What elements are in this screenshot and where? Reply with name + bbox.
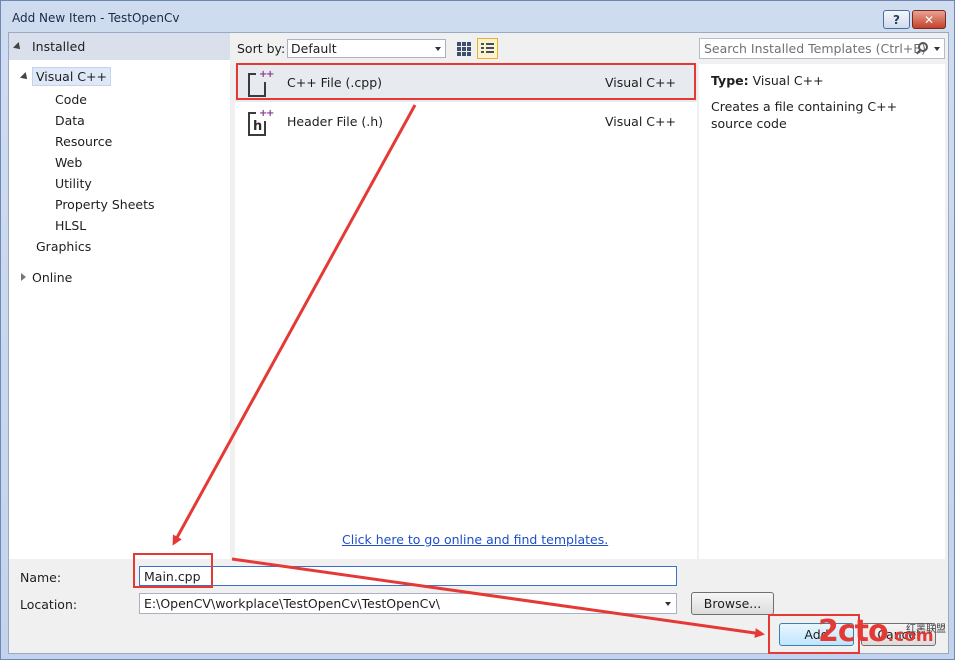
expand-arrow-icon[interactable] xyxy=(13,42,23,52)
collapse-arrow-icon[interactable] xyxy=(21,273,26,281)
tree-item-online[interactable]: Online xyxy=(32,270,72,285)
tree-item-code[interactable]: Code xyxy=(55,92,87,107)
tree-item-utility[interactable]: Utility xyxy=(55,176,92,191)
template-details-pane: Type: Visual C++ Creates a file containi… xyxy=(699,64,945,559)
title-bar[interactable]: Add New Item - TestOpenCv ? ✕ xyxy=(1,1,954,33)
list-view-icon[interactable] xyxy=(477,38,498,59)
browse-button[interactable]: Browse... xyxy=(691,592,774,615)
window-title: Add New Item - TestOpenCv xyxy=(12,11,180,25)
location-select[interactable]: E:\OpenCV\workplace\TestOpenCv\TestOpenC… xyxy=(139,593,677,614)
template-description: Creates a file containing C++ source cod… xyxy=(711,99,898,131)
dialog-body: Installed Visual C++ Code Data Resource … xyxy=(8,32,949,654)
search-templates-input[interactable]: Search Installed Templates (Ctrl+E) xyxy=(699,38,945,59)
template-type: Type: Visual C++ xyxy=(711,73,824,88)
tree-item-graphics[interactable]: Graphics xyxy=(36,239,91,254)
help-button[interactable]: ? xyxy=(883,10,910,29)
template-name: Header File (.h) xyxy=(287,114,384,129)
template-categories-pane: Installed Visual C++ Code Data Resource … xyxy=(9,33,230,559)
sort-by-value: Default xyxy=(291,41,337,56)
name-input[interactable]: Main.cpp xyxy=(139,566,677,586)
tree-item-visual-cpp[interactable]: Visual C++ xyxy=(32,67,111,86)
template-language: Visual C++ xyxy=(605,75,676,90)
location-label: Location: xyxy=(20,597,78,612)
watermark-caption: 红黑联盟 xyxy=(906,624,946,635)
add-new-item-dialog: Add New Item - TestOpenCv ? ✕ Installed … xyxy=(0,0,955,660)
tree-item-property-sheets[interactable]: Property Sheets xyxy=(55,197,155,212)
tree-item-web[interactable]: Web xyxy=(55,155,82,170)
sort-by-select[interactable]: Default xyxy=(287,39,446,58)
find-online-templates-link[interactable]: Click here to go online and find templat… xyxy=(342,532,608,547)
search-placeholder: Search Installed Templates (Ctrl+E) xyxy=(704,41,927,56)
template-language: Visual C++ xyxy=(605,114,676,129)
medium-icons-view-icon[interactable] xyxy=(455,40,472,57)
installed-header[interactable]: Installed xyxy=(9,33,230,60)
chevron-down-icon[interactable] xyxy=(934,47,940,51)
type-key: Type: xyxy=(711,73,749,88)
close-button[interactable]: ✕ xyxy=(912,10,946,29)
template-item-header-file[interactable]: h + + Header File (.h) Visual C++ xyxy=(235,103,697,141)
templates-list: + + C++ File (.cpp) Visual C++ h + + Hea… xyxy=(235,64,697,559)
type-value: Visual C++ xyxy=(752,73,824,88)
chevron-down-icon[interactable] xyxy=(665,602,671,606)
installed-label: Installed xyxy=(32,39,86,54)
header-file-icon: h + + xyxy=(246,109,274,137)
search-icon[interactable] xyxy=(918,42,928,52)
name-label: Name: xyxy=(20,570,62,585)
watermark-logo-text: 2cto xyxy=(818,614,889,649)
chevron-down-icon[interactable] xyxy=(435,47,441,51)
expand-arrow-icon[interactable] xyxy=(20,72,30,82)
template-name: C++ File (.cpp) xyxy=(287,75,383,90)
sort-by-label: Sort by: xyxy=(237,41,286,56)
cpp-file-icon: + + xyxy=(246,70,274,98)
tree-item-data[interactable]: Data xyxy=(55,113,85,128)
template-item-cpp-file[interactable]: + + C++ File (.cpp) Visual C++ xyxy=(235,64,697,102)
tree-item-resource[interactable]: Resource xyxy=(55,134,112,149)
location-value: E:\OpenCV\workplace\TestOpenCv\TestOpenC… xyxy=(144,596,440,611)
tree-item-hlsl[interactable]: HLSL xyxy=(55,218,86,233)
